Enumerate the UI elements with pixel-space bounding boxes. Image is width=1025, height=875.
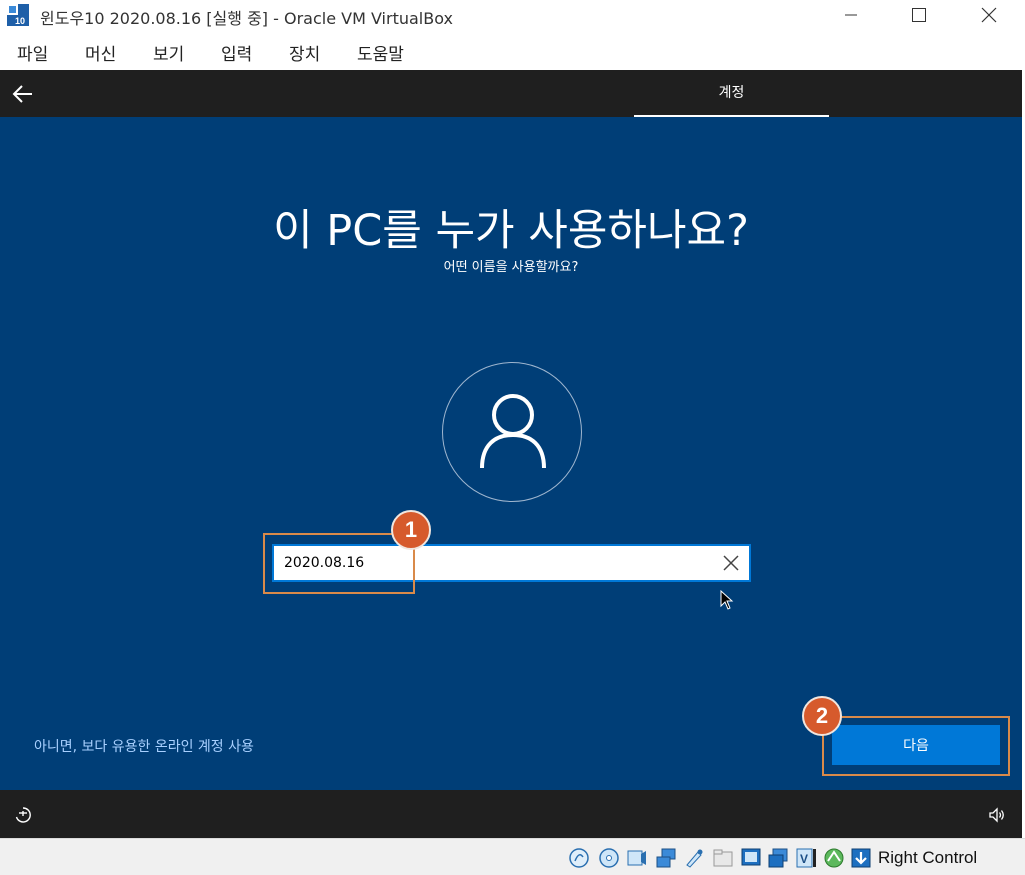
online-account-link[interactable]: 아니면, 보다 유용한 온라인 계정 사용: [34, 736, 254, 756]
oobe-header: 계정: [0, 70, 1022, 117]
clear-icon: [723, 555, 739, 571]
annotation-badge-1: 1: [391, 510, 431, 550]
network-icon[interactable]: [655, 847, 677, 869]
menu-help[interactable]: 도움말: [357, 40, 404, 65]
page-title: 이 PC를 누가 사용하나요?: [273, 206, 749, 256]
menu-bar: 파일 머신 보기 입력 장치 도움말: [0, 32, 1025, 70]
ease-of-access-icon: [15, 807, 31, 823]
status-bar: V Right Control: [0, 838, 1025, 875]
mouse-integration-icon[interactable]: [823, 847, 845, 869]
usb-icon[interactable]: [683, 847, 705, 869]
tab-underline: [634, 115, 829, 117]
display-icon[interactable]: [740, 847, 762, 869]
oobe-footer: [0, 790, 1022, 838]
ease-of-access-button[interactable]: [14, 806, 32, 828]
title-bar: 10 윈도우10 2020.08.16 [실행 중] - Oracle VM V…: [0, 0, 1025, 30]
volume-icon: [989, 807, 1004, 823]
guest-additions-icon[interactable]: [850, 847, 872, 869]
avatar: [442, 362, 582, 502]
annotation-badge-2: 2: [802, 696, 842, 736]
host-key-label: Right Control: [878, 848, 978, 867]
shared-folders-icon[interactable]: [712, 847, 734, 869]
menu-devices[interactable]: 장치: [289, 40, 320, 65]
app-icon-text: 10: [15, 16, 25, 26]
vt-x-icon[interactable]: V: [795, 847, 817, 869]
guest-screen[interactable]: 계정 이 PC를 누가 사용하나요? 어떤 이름을 사용할까요? 1 아니면, …: [0, 70, 1022, 838]
close-icon: [981, 7, 997, 23]
volume-button[interactable]: [988, 806, 1006, 828]
menu-machine[interactable]: 머신: [85, 40, 116, 65]
hard-disk-icon[interactable]: [568, 847, 590, 869]
tab-account: 계정: [718, 85, 745, 101]
menu-view[interactable]: 보기: [153, 40, 184, 65]
back-button[interactable]: [10, 82, 36, 106]
menu-file[interactable]: 파일: [17, 40, 48, 65]
user-icon: [480, 394, 546, 469]
minimize-icon: [845, 14, 857, 16]
maximize-button[interactable]: [896, 0, 942, 30]
virtualbox-vm-icon[interactable]: 10: [6, 3, 32, 27]
back-arrow-icon: [12, 85, 32, 103]
close-window-button[interactable]: [966, 0, 1012, 30]
minimize-button[interactable]: [828, 0, 874, 30]
optical-drive-icon[interactable]: [598, 847, 620, 869]
menu-input[interactable]: 입력: [221, 40, 252, 65]
clear-button[interactable]: [721, 553, 741, 573]
window-title: 윈도우10 2020.08.16 [실행 중] - Oracle VM Virt…: [40, 9, 453, 28]
page-subtitle: 어떤 이름을 사용할까요?: [443, 260, 579, 275]
recording-icon[interactable]: [767, 847, 789, 869]
maximize-icon: [912, 8, 926, 22]
audio-icon[interactable]: [626, 847, 648, 869]
annotation-highlight-1: [263, 533, 415, 594]
mouse-cursor-icon: [720, 589, 734, 614]
svg-text:V: V: [800, 852, 808, 866]
next-button[interactable]: 다음: [832, 725, 1000, 765]
